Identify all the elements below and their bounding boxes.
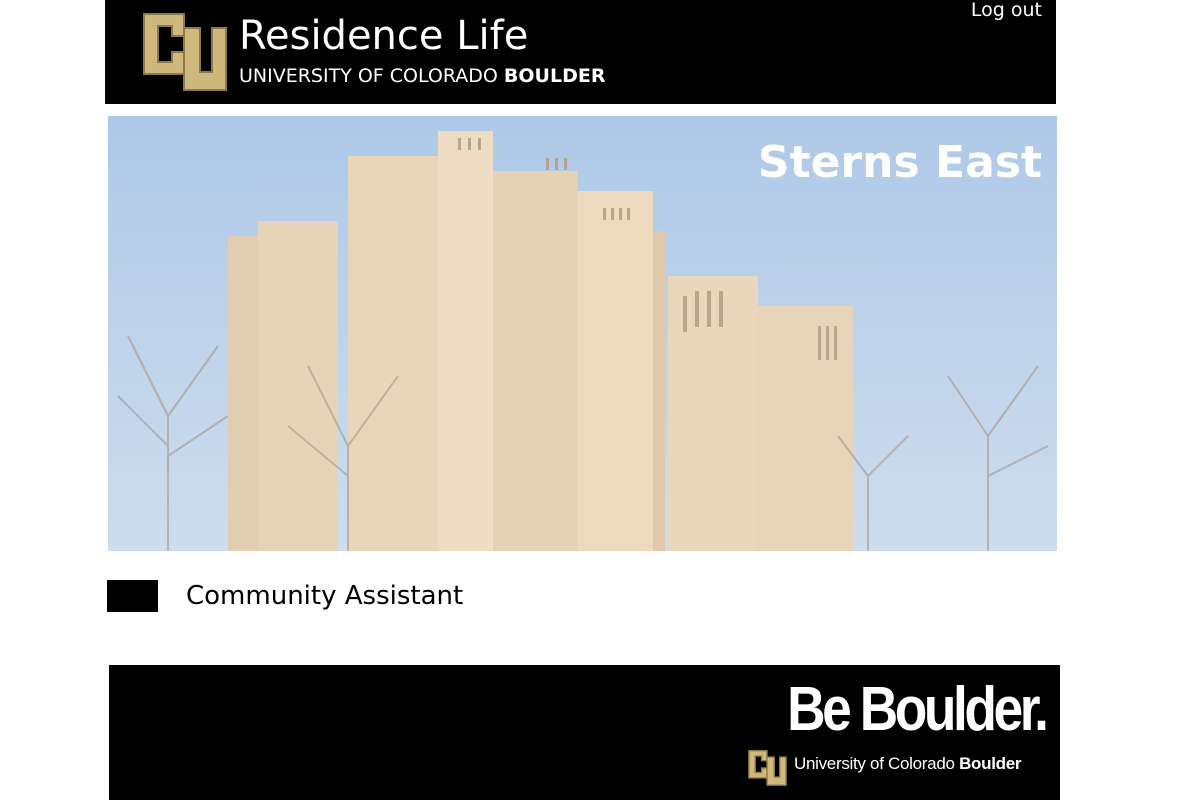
site-footer: Be Boulder. University of Colorado Bould… (109, 665, 1060, 800)
cu-logo-icon[interactable] (140, 6, 228, 94)
footer-university-name: University of Colorado Boulder (794, 753, 1021, 775)
hero-banner: Sterns East (108, 116, 1057, 551)
logout-link[interactable]: Log out (971, 0, 1042, 22)
role-row: Community Assistant (107, 578, 807, 614)
site-title[interactable]: Residence Life (239, 12, 528, 60)
footer-university-prefix: University of Colorado (794, 754, 960, 773)
cu-footer-logo-icon (748, 749, 787, 786)
hall-name: Sterns East (757, 137, 1042, 188)
role-color-swatch (107, 580, 158, 612)
role-label: Community Assistant (186, 581, 464, 611)
footer-university-bold: Boulder (959, 754, 1022, 773)
university-name: UNIVERSITY OF COLORADO BOULDER (239, 64, 605, 88)
be-boulder-slogan: Be Boulder. (787, 675, 1050, 744)
university-name-bold: BOULDER (503, 65, 606, 87)
university-name-prefix: UNIVERSITY OF COLORADO (239, 65, 504, 87)
